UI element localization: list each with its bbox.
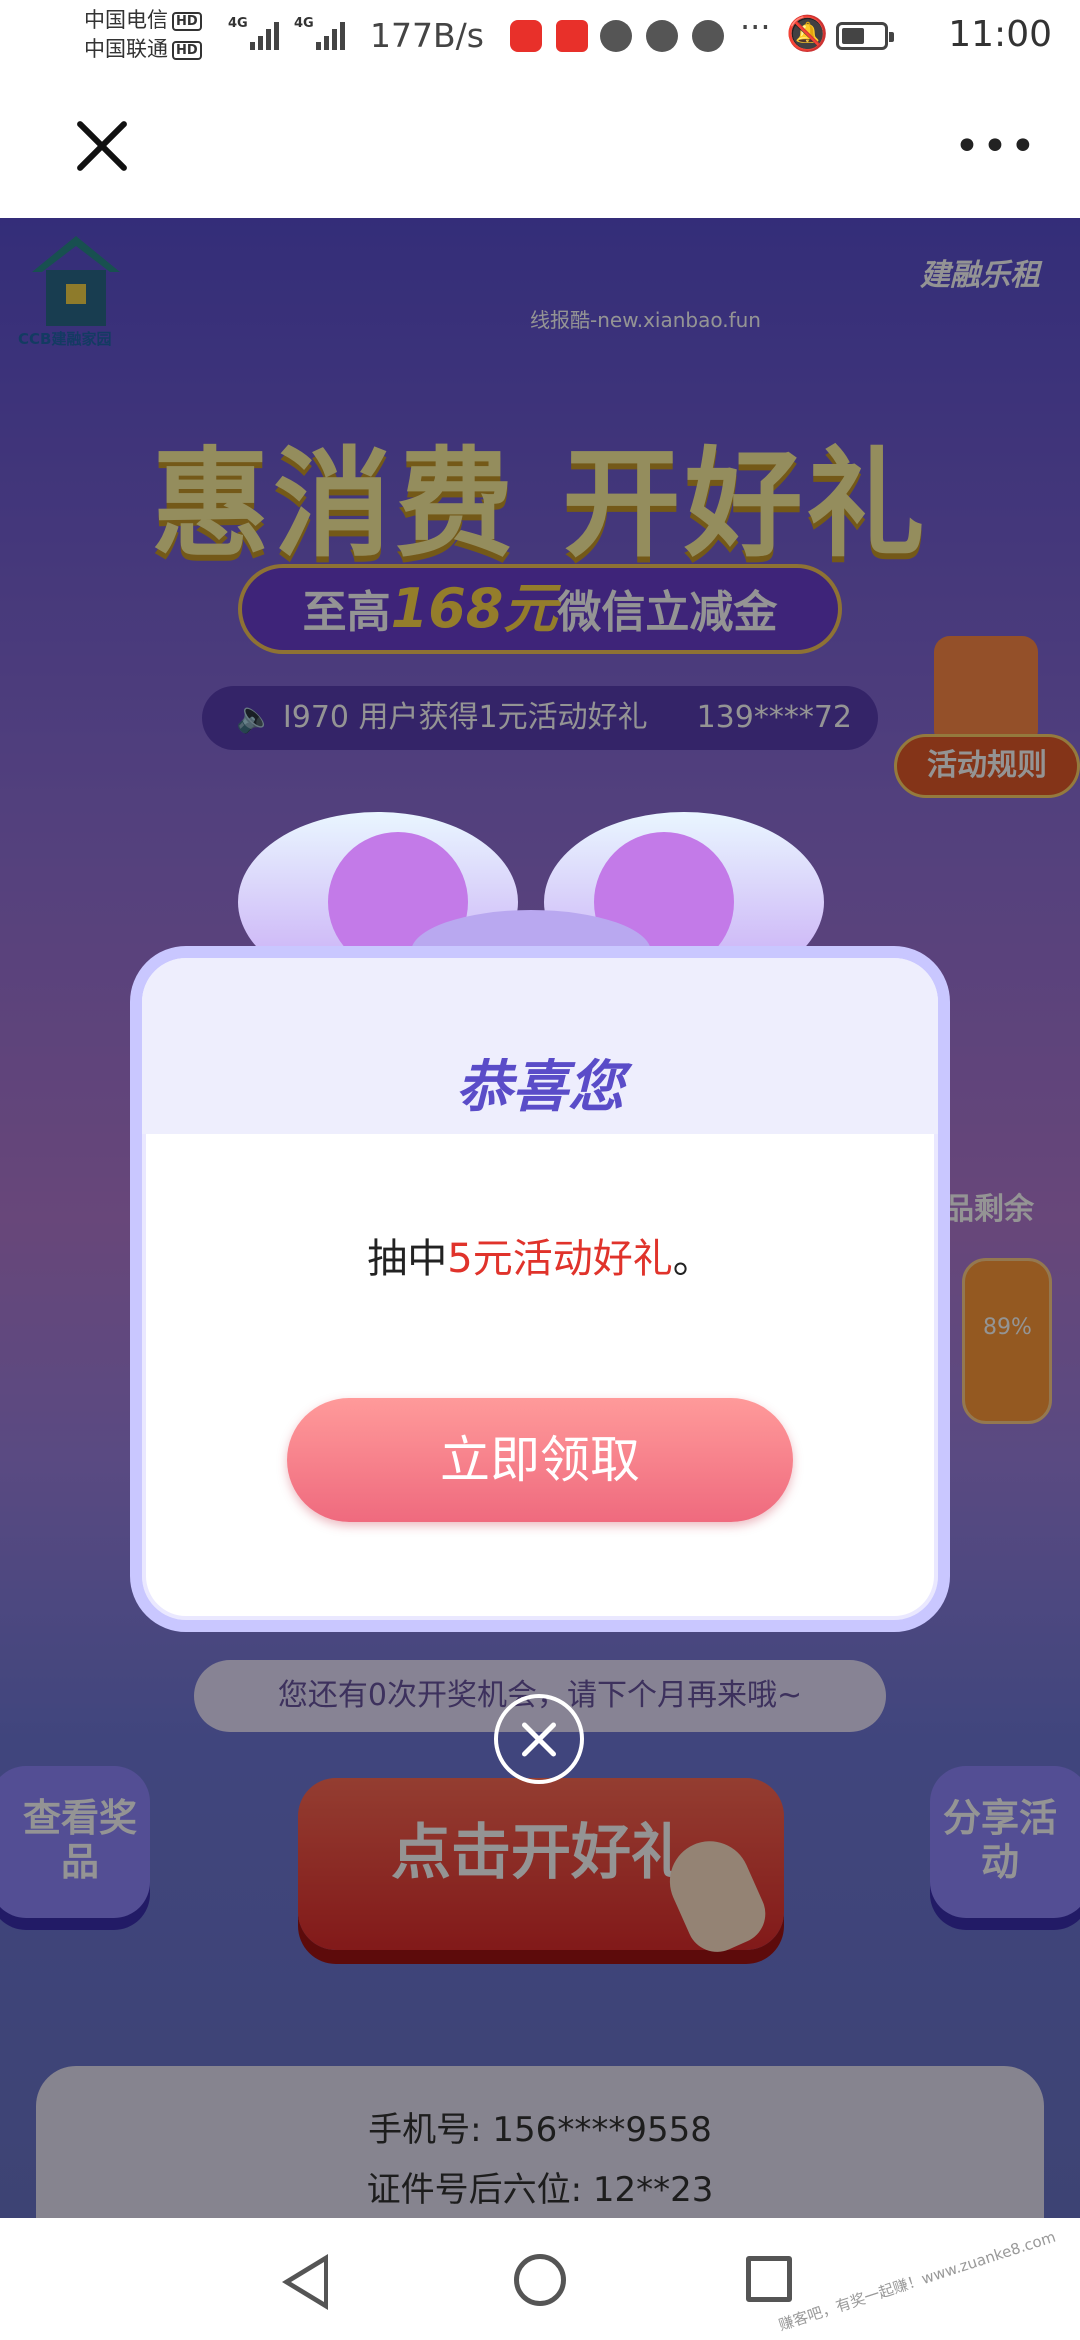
- app-icon: [510, 20, 542, 52]
- message-icon: [646, 20, 678, 52]
- carrier-unicom: 中国联通: [84, 37, 168, 61]
- clock: 11:00: [948, 14, 1052, 55]
- more-options-button[interactable]: •••: [954, 125, 1038, 169]
- signal-icon: [248, 14, 284, 50]
- battery-icon: [836, 22, 894, 50]
- app-icon: [556, 20, 588, 52]
- network-type: 4G: [294, 16, 314, 31]
- prize-highlight: 5元活动好礼: [447, 1236, 673, 1282]
- close-circle-icon[interactable]: [494, 1694, 584, 1784]
- hd-badge: HD: [172, 11, 202, 31]
- network-speed: 177B/s: [370, 16, 484, 55]
- hd-badge: HD: [172, 40, 202, 60]
- close-icon[interactable]: [72, 116, 132, 176]
- browser-icon: [600, 20, 632, 52]
- network-type: 4G: [228, 16, 248, 31]
- mute-icon: 🔕: [786, 14, 829, 54]
- signal-icon: [314, 14, 350, 50]
- status-bar: 中国电信 HD 中国联通 HD 4G 4G 177B/s ··· 🔕 11:00: [0, 0, 1080, 72]
- recents-icon[interactable]: [746, 2256, 792, 2302]
- dialog-title: 恭喜您: [456, 1055, 624, 1120]
- dialog-message: 抽中5元活动好礼。: [142, 1226, 938, 1284]
- wechat-icon: [692, 20, 724, 52]
- carrier-info: 中国电信 HD 中国联通 HD: [84, 6, 202, 64]
- more-notifications-icon: ···: [740, 8, 771, 46]
- prize-dialog: 恭喜您 抽中5元活动好礼。 立即领取: [130, 946, 950, 1632]
- claim-button[interactable]: 立即领取: [287, 1398, 793, 1522]
- carrier-telecom: 中国电信: [84, 8, 168, 32]
- home-icon[interactable]: [514, 2254, 566, 2306]
- message-pre: 抽中: [367, 1236, 448, 1282]
- message-post: 。: [672, 1236, 713, 1282]
- back-icon[interactable]: [282, 2254, 328, 2310]
- app-bar: •••: [0, 72, 1080, 218]
